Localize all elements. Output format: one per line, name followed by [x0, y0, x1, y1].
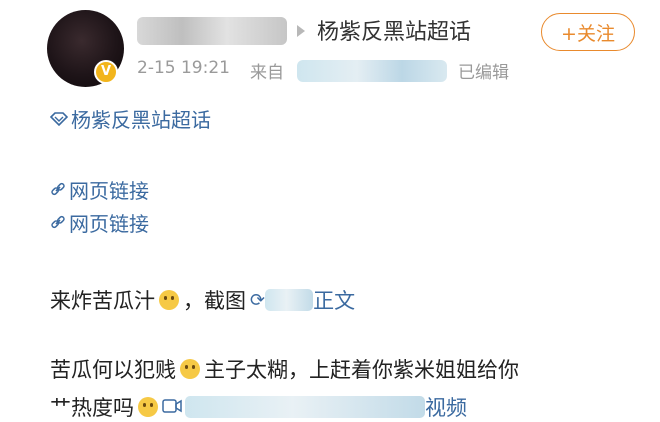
post-paragraph-2: 苦瓜何以犯贱 主子太糊，上赶着你紫米姐姐给你	[50, 354, 519, 384]
video-link[interactable]: 视频	[425, 392, 467, 422]
video-icon	[162, 395, 182, 419]
link-chain-icon	[50, 178, 66, 202]
web-link-2[interactable]: 网页链接	[50, 208, 149, 237]
post-paragraph-3: 艹热度吗 视频	[50, 392, 467, 422]
para3-text: 艹热度吗	[50, 396, 134, 420]
topic-diamond-icon	[49, 107, 69, 131]
blurred-username[interactable]	[137, 17, 287, 45]
blurred-source	[297, 60, 447, 82]
topic-title[interactable]: 杨紫反黑站超话	[317, 14, 471, 46]
blurred-video-title[interactable]	[185, 396, 425, 418]
worried-emoji-icon	[138, 397, 158, 417]
edited-label: 已编辑	[458, 63, 509, 83]
post-paragraph-1: 来炸苦瓜汁 ，截图 ⟳ 正文	[50, 285, 355, 315]
para2-tail-text: 主子太糊，上赶着你紫米姐姐给你	[204, 358, 519, 382]
web-link-1[interactable]: 网页链接	[50, 175, 149, 204]
web-link-2-label: 网页链接	[69, 212, 149, 236]
worried-emoji-icon	[180, 359, 200, 379]
topic-tag-label: 杨紫反黑站超话	[71, 108, 211, 132]
para1-text: 来炸苦瓜汁	[50, 289, 155, 313]
follow-button[interactable]: +关注	[541, 13, 635, 51]
post-source-label: 来自	[250, 63, 284, 83]
verified-badge-icon: V	[94, 60, 118, 84]
para2-text: 苦瓜何以犯贱	[50, 358, 176, 382]
body-link[interactable]: 正文	[313, 285, 355, 315]
post-time: 2-15 19:21	[137, 58, 230, 78]
para1-mid-text: ，截图	[183, 289, 246, 313]
web-link-1-label: 网页链接	[69, 179, 149, 203]
blurred-mention[interactable]	[265, 289, 314, 311]
link-chain-icon	[50, 211, 66, 235]
topic-tag-link[interactable]: 杨紫反黑站超话	[49, 104, 211, 133]
topic-arrow-icon	[297, 25, 305, 37]
laughing-emoji-icon	[159, 290, 179, 310]
loop-icon: ⟳	[250, 289, 266, 311]
